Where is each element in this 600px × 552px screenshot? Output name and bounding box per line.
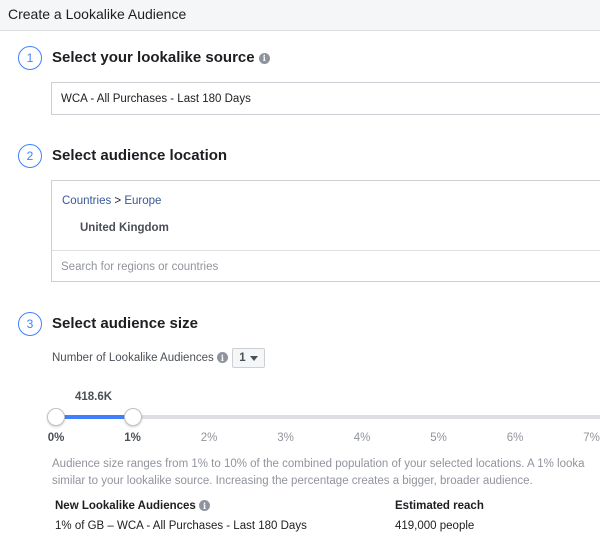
step-1-number: 1 [18, 46, 42, 70]
step-1-title: Select your lookalike source i [52, 49, 270, 66]
dialog-title: Create a Lookalike Audience [8, 6, 187, 22]
slider-tick-label: 7% [583, 432, 600, 444]
lookalike-source-select[interactable]: WCA - All Purchases - Last 180 Days [51, 82, 600, 115]
slider-tick-label: 4% [353, 432, 371, 444]
new-audiences-header-text: New Lookalike Audiences [55, 500, 196, 512]
selected-country: United Kingdom [80, 222, 169, 234]
step-2-title: Select audience location [52, 147, 228, 164]
new-audiences-header: New Lookalike Audiences i [55, 500, 211, 512]
slider-tick-label: 6% [506, 432, 524, 444]
breadcrumb-countries-link[interactable]: Countries [62, 195, 111, 207]
location-breadcrumb: Countries > Europe [62, 195, 161, 207]
info-icon[interactable]: i [258, 52, 270, 64]
slider-tick-label: 3% [277, 432, 294, 444]
description-line-2: similar to your lookalike source. Increa… [52, 475, 533, 487]
breadcrumb-europe-link[interactable]: Europe [124, 195, 161, 207]
estimated-reach-header: Estimated reach [395, 500, 484, 512]
slider-tick-label: 0% [47, 432, 65, 444]
num-audiences-label: Number of Lookalike Audiences i [52, 352, 228, 364]
breadcrumb-separator: > [114, 195, 122, 207]
step-2-number: 2 [18, 144, 42, 168]
location-box: Countries > Europe United Kingdom Search… [51, 180, 600, 282]
slider-tick-label: 5% [430, 432, 447, 444]
num-audiences-label-text: Number of Lookalike Audiences [52, 352, 214, 364]
description-line-1: Audience size ranges from 1% to 10% of t… [52, 458, 585, 470]
step-3-number: 3 [18, 312, 42, 336]
slider-handle-end[interactable] [123, 408, 142, 426]
slider-fill [56, 415, 133, 419]
info-icon[interactable]: i [216, 352, 228, 364]
caret-down-icon [249, 355, 258, 361]
dialog-header: Create a Lookalike Audience [0, 0, 600, 31]
location-search-input[interactable]: Search for regions or countries [52, 250, 600, 283]
slider-reach-label: 418.6K [75, 391, 113, 403]
num-audiences-value: 1 [239, 352, 246, 364]
audience-name-cell: 1% of GB – WCA - All Purchases - Last 18… [55, 520, 307, 532]
info-icon[interactable]: i [199, 500, 211, 512]
slider-tick-label: 2% [200, 432, 218, 444]
lookalike-source-value: WCA - All Purchases - Last 180 Days [61, 93, 251, 105]
search-placeholder: Search for regions or countries [61, 261, 219, 273]
num-audiences-dropdown[interactable]: 1 [232, 348, 265, 368]
audience-reach-cell: 419,000 people [395, 520, 475, 532]
audience-size-description: Audience size ranges from 1% to 10% of t… [52, 456, 600, 490]
slider-tick-label: 1% [124, 432, 141, 444]
slider-handle-start[interactable] [47, 408, 65, 426]
step-3-title: Select audience size [52, 315, 198, 332]
step-1-title-text: Select your lookalike source [52, 49, 255, 66]
